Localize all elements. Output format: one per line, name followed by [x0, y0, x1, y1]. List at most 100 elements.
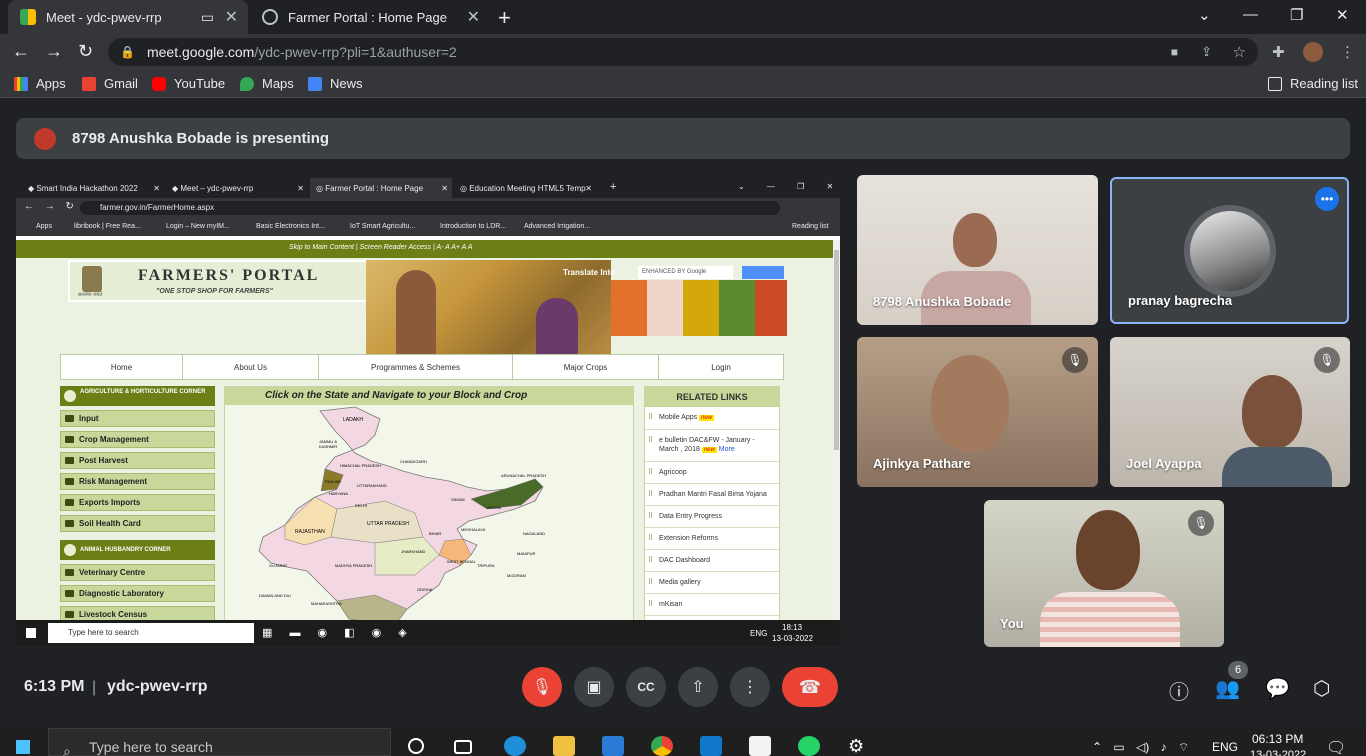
task-view-icon[interactable] [454, 740, 472, 754]
bookmark-youtube[interactable]: YouTube [152, 76, 225, 91]
people-icon[interactable]: 👥 [1215, 676, 1240, 701]
system-time[interactable]: 06:13 PM [1252, 732, 1303, 746]
shared-bookmarks: Apps libribook | Free Rea... Login – New… [16, 218, 840, 236]
mail-icon[interactable] [602, 736, 624, 756]
camera-icon[interactable]: ■ [1171, 45, 1178, 59]
participant-video [953, 213, 997, 267]
participant-tile[interactable]: 8798 Anushka Bobade [857, 175, 1098, 325]
svg-text:KASHMIR: KASHMIR [319, 444, 337, 449]
agri-corner-heading: AGRICULTURE & HORTICULTURE CORNER [60, 386, 215, 406]
tray-icons[interactable]: ⌃ ▭ ◁) ♪ ⌔ [1092, 740, 1189, 755]
extensions-icon[interactable]: ✚ [1272, 43, 1285, 61]
close-tab-icon[interactable]: ✕ [225, 7, 238, 27]
related-links-panel: RELATED LINKS Mobile Apps new e bulletin… [644, 386, 780, 620]
address-bar[interactable]: 🔒 meet.google.com/ydc-pwev-rrp?pli=1&aut… [108, 38, 1258, 66]
reading-list[interactable]: Reading list [1268, 76, 1358, 91]
whatsapp-icon[interactable] [798, 736, 820, 756]
tab-search-icon[interactable]: ⌄ [1198, 6, 1211, 24]
meeting-info-icon[interactable]: ⓘ [1169, 676, 1189, 705]
close-window-button[interactable]: ✕ [1336, 6, 1349, 24]
system-date[interactable]: 13-03-2022 [1250, 749, 1306, 756]
shared-new-tab-icon: + [610, 181, 617, 193]
bookmark-news[interactable]: News [308, 76, 363, 91]
self-video [1076, 510, 1140, 590]
screen-share-icon: ▭ [200, 8, 214, 25]
related-link: Mobile Apps new [645, 407, 779, 430]
new-tab-button[interactable]: + [498, 5, 511, 31]
captions-button[interactable]: CC [626, 667, 666, 707]
svg-text:SIKKIM: SIKKIM [451, 497, 465, 502]
chrome-icon[interactable] [651, 736, 673, 756]
shared-toolbar: ← → ↻ farmer.gov.in/FarmerHome.aspx [16, 198, 840, 218]
meeting-code: ydc-pwev-rrp [107, 678, 208, 695]
present-screen-button[interactable]: ⇧ [678, 667, 718, 707]
edge-icon[interactable] [504, 736, 526, 756]
file-explorer-icon[interactable] [553, 736, 575, 756]
agri-item: Post Harvest [60, 452, 215, 469]
more-options-button[interactable]: ⋮ [730, 667, 770, 707]
vscode-icon[interactable] [700, 736, 722, 756]
shared-taskbar-lang: ENG [750, 629, 768, 638]
settings-gear-icon[interactable]: ⚙ [848, 736, 864, 756]
svg-text:BIHAR: BIHAR [429, 531, 441, 536]
store-icon[interactable] [749, 736, 771, 756]
animal-item: Livestock Census [60, 606, 215, 620]
captions-icon: CC [637, 680, 655, 694]
participant-tile-self[interactable]: 🎙 You [984, 500, 1224, 647]
browser-tab-strip: Meet - ydc-pwev-rrp ▭ ✕ Farmer Portal : … [0, 0, 1366, 34]
tab-meet[interactable]: Meet - ydc-pwev-rrp ▭ ✕ [8, 0, 248, 34]
portal-subtitle: "ONE STOP SHOP FOR FARMERS" [156, 288, 273, 295]
profile-avatar[interactable] [1303, 42, 1323, 62]
reload-button[interactable]: ↻ [78, 41, 93, 62]
share-icon[interactable]: ⇪ [1201, 44, 1212, 60]
camera-toggle-button[interactable]: ▣ [574, 667, 614, 707]
apps-grid-icon [14, 76, 28, 91]
bookmark-maps[interactable]: Maps [240, 76, 294, 91]
leave-call-button[interactable]: ☎ [782, 667, 838, 707]
svg-text:ARUNACHAL PRADESH: ARUNACHAL PRADESH [501, 473, 546, 478]
participant-video [1242, 375, 1302, 449]
muted-mic-icon: 🎙 [1062, 347, 1088, 373]
agri-item: Soil Health Card [60, 515, 215, 532]
bookmark-apps[interactable]: Apps [14, 76, 66, 91]
portal-top-strip: Skip to Main Content | Screen Reader Acc… [16, 240, 833, 258]
back-button[interactable]: ← [12, 41, 30, 62]
farmer-portal-page: Skip to Main Content | Screen Reader Acc… [16, 240, 833, 620]
windows-start-icon[interactable] [16, 740, 30, 754]
participant-name: You [1000, 616, 1024, 631]
minimize-button[interactable]: — [1243, 6, 1258, 23]
forward-button[interactable]: → [45, 41, 63, 62]
cortana-icon[interactable] [408, 738, 424, 754]
input-language[interactable]: ENG [1212, 740, 1238, 754]
activities-icon[interactable]: ⬡ [1313, 676, 1330, 701]
bookmark-gmail[interactable]: Gmail [82, 76, 138, 91]
taskbar-search[interactable]: ⌕ Type here to search [48, 728, 391, 756]
chat-icon[interactable]: 💬 [1265, 676, 1290, 701]
mic-toggle-button[interactable]: 🎙 [522, 667, 562, 707]
related-link: Pradhan Mantri Fasal Bima Yojana [645, 484, 779, 506]
animal-corner-heading: ANIMAL HUSBANDRY CORNER [60, 540, 215, 560]
related-link: Media gallery [645, 572, 779, 594]
svg-text:ODISHA: ODISHA [417, 587, 433, 592]
svg-text:GUJARAT: GUJARAT [269, 563, 288, 568]
shared-start-icon [26, 628, 36, 638]
related-link: e bulletin DAC&FW - January - March , 20… [645, 430, 779, 462]
related-links-heading: RELATED LINKS [645, 387, 779, 407]
svg-text:HARYANA: HARYANA [329, 491, 348, 496]
restore-button[interactable]: ❐ [1290, 6, 1303, 24]
participant-tile[interactable]: 🎙 Joel Ayappa [1110, 337, 1350, 487]
menu-kebab-icon[interactable]: ⋮ [1340, 43, 1355, 61]
participant-tile[interactable]: 🎙 Ajinkya Pathare [857, 337, 1098, 487]
participant-tile[interactable]: ••• pranay bagrecha [1110, 177, 1349, 324]
windows-taskbar: ⌕ Type here to search ⚙ ⌃ ▭ ◁) ♪ ⌔ ENG 0… [0, 728, 1366, 756]
close-tab-icon[interactable]: ✕ [467, 7, 480, 27]
bookmark-star-icon[interactable]: ☆ [1233, 43, 1246, 61]
portal-menu-item: Login [711, 362, 731, 372]
tab-farmer-portal[interactable]: Farmer Portal : Home Page ✕ [250, 0, 490, 34]
hang-up-icon: ☎ [798, 676, 822, 697]
notification-icon[interactable]: 🗨 [1326, 738, 1346, 756]
svg-text:TRIPURA: TRIPURA [477, 563, 495, 568]
portal-search-input: ENHANCED BY Google [638, 266, 733, 279]
browser-toolbar: ← → ↻ 🔒 meet.google.com/ydc-pwev-rrp?pli… [0, 34, 1366, 70]
svg-text:ASSAM: ASSAM [487, 505, 501, 510]
